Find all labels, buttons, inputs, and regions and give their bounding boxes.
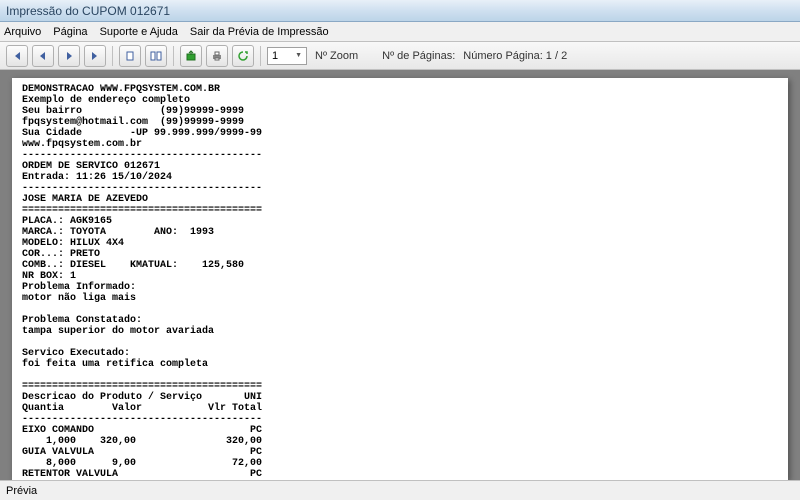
nav-prev-button[interactable] [32,45,54,67]
nav-next-button[interactable] [58,45,80,67]
separator [260,46,261,66]
toolbar: 1▼ Nº Zoom Nº de Páginas: Número Página:… [0,42,800,70]
page-preview: DEMONSTRACAO WWW.FPQSYSTEM.COM.BR Exempl… [12,78,788,480]
separator [173,46,174,66]
pages-label: Nº de Páginas: [382,50,455,62]
menu-bar: Arquivo Página Suporte e Ajuda Sair da P… [0,22,800,42]
pages-value: Número Página: 1 / 2 [463,50,567,62]
dropdown-icon: ▼ [295,52,302,59]
status-text: Prévia [6,485,37,497]
export-button[interactable] [180,45,202,67]
title-bar: Impressão do CUPOM 012671 [0,0,800,22]
window-title: Impressão do CUPOM 012671 [6,4,170,18]
menu-pagina[interactable]: Página [53,26,87,38]
status-bar: Prévia [0,480,800,500]
nav-last-button[interactable] [84,45,106,67]
menu-suporte[interactable]: Suporte e Ajuda [100,26,178,38]
page-double-button[interactable] [145,45,167,67]
menu-arquivo[interactable]: Arquivo [4,26,41,38]
receipt-content: DEMONSTRACAO WWW.FPQSYSTEM.COM.BR Exempl… [22,84,778,480]
page-single-button[interactable] [119,45,141,67]
workspace: DEMONSTRACAO WWW.FPQSYSTEM.COM.BR Exempl… [0,70,800,480]
separator [112,46,113,66]
zoom-label: Nº Zoom [315,50,358,62]
menu-sair[interactable]: Sair da Prévia de Impressão [190,26,329,38]
print-button[interactable] [206,45,228,67]
refresh-button[interactable] [232,45,254,67]
nav-first-button[interactable] [6,45,28,67]
zoom-input[interactable]: 1▼ [267,47,307,65]
